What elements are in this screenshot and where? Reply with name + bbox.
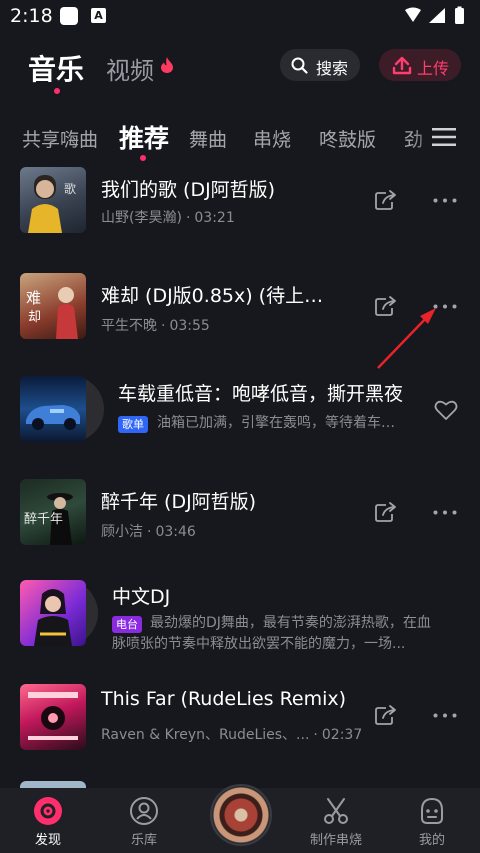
more-icon[interactable] [433,713,457,718]
now-playing-disc[interactable] [210,784,272,846]
nav-library[interactable]: 乐库 [96,788,192,853]
album-cover: 难 却 [20,273,86,339]
album-cover [20,684,86,750]
list-item[interactable]: This Far (RudeLies Remix) Raven & Kreyn、… [0,682,480,762]
fire-icon [161,57,173,73]
song-duration: 03:21 [194,210,235,226]
category-tab-4[interactable]: 咚鼓版 [319,125,376,152]
search-label: 搜索 [316,59,349,78]
song-list: 歌 我们的歌 (DJ阿哲版) 山野(李昊瀚) · 03:21 难 却 难却 (DJ版… [0,165,480,788]
heart-icon[interactable] [434,399,458,421]
nav-make-medley[interactable]: 制作串烧 [288,788,384,853]
song-meta: Raven & Kreyn、RudeLies、... · 02:37 [101,727,363,743]
nav-label: 发现 [34,833,61,848]
song-title: This Far (RudeLies Remix) [101,688,347,710]
upload-label: 上传 [417,59,450,78]
list-item[interactable]: 车载重低音：咆哮低音，撕开黑夜 歌单 油箱已加满，引擎在轰鸣，等待着车主启程 [0,370,480,450]
song-artist: 山野(李昊瀚) [101,210,182,226]
song-duration: 03:46 [155,524,196,540]
list-item[interactable]: 歌 我们的歌 (DJ阿哲版) 山野(李昊瀚) · 03:21 [0,165,480,235]
nav-label: 我的 [418,833,445,848]
category-tab-2[interactable]: 舞曲 [189,125,227,152]
active-tab-indicator [54,88,60,94]
more-icon[interactable] [433,510,457,515]
song-meta: 平生不晚 · 03:55 [101,318,210,334]
svg-text:醉千年: 醉千年 [24,511,63,527]
category-tabs: 共享嗨曲 推荐 舞曲 串烧 咚鼓版 劲 [0,115,480,165]
category-tab-3[interactable]: 串烧 [253,125,291,152]
song-title: 我们的歌 (DJ阿哲版) [101,179,276,201]
song-artist: 顾小洁 [101,524,143,540]
tab-video[interactable]: 视频 [106,51,154,86]
radio-desc-line-2: 脉喷张的节奏中释放出欲罢不能的魔力，一场... [112,636,406,652]
list-item[interactable]: 醉千年 醉千年 (DJ阿哲版) 顾小洁 · 03:46 [0,473,480,553]
svg-text:却: 却 [28,310,41,325]
radio-desc-line-1: 最劲爆的DJ舞曲，最有节奏的澎湃热歌，在血 [150,615,431,631]
search-button[interactable]: 搜索 [280,49,360,81]
nav-label: 制作串烧 [309,833,362,848]
song-artist: Raven & Kreyn、RudeLies、... [101,727,310,743]
svg-text:难: 难 [26,289,41,307]
song-duration: 02:37 [321,727,363,743]
notification-letter-icon: A [91,8,106,23]
status-time: 2:18 [10,5,53,27]
radio-badge: 电台 [112,616,142,633]
share-icon[interactable] [374,501,398,523]
category-tab-1[interactable]: 推荐 [119,119,169,155]
playlist-title: 车载重低音：咆哮低音，撕开黑夜 [118,383,404,405]
album-cover: 醉千年 [20,479,86,545]
category-menu-icon[interactable] [432,127,456,147]
song-title: 难却 (DJ版0.85x) (待上浓妆) [101,285,341,307]
playlist-cover [20,376,86,442]
playlist-desc: 油箱已加满，引擎在轰鸣，等待着车主启程 [157,415,407,431]
list-item[interactable]: 中文DJ 电台 最劲爆的DJ舞曲，最有节奏的澎湃热歌，在血 脉喷张的节奏中释放出… [0,576,480,666]
song-meta: 山野(李昊瀚) · 03:21 [101,210,235,226]
category-tab-0[interactable]: 共享嗨曲 [22,125,98,152]
song-meta: 顾小洁 · 03:46 [101,524,196,540]
top-tabs: 音乐 视频 搜索 上传 [0,40,480,100]
profile-icon [421,797,443,824]
song-duration: 03:55 [169,318,210,334]
annotation-arrow [377,308,436,369]
share-icon[interactable] [374,704,398,726]
share-icon[interactable] [374,189,398,211]
song-artist: 平生不晚 [101,318,157,334]
song-title: 醉千年 (DJ阿哲版) [101,491,257,513]
upload-icon [392,56,412,75]
svg-text:歌: 歌 [64,181,76,196]
radio-cover [20,580,86,646]
discover-icon [34,797,62,825]
tab-music[interactable]: 音乐 [28,48,84,88]
status-bar: 2:18 A [0,0,480,34]
library-icon [130,797,158,825]
nav-label: 乐库 [130,833,157,848]
search-icon [291,57,308,74]
radio-title: 中文DJ [112,586,171,608]
album-cover: 歌 [20,167,86,233]
bottom-nav: 发现 乐库 制作串烧 我的 [0,784,480,853]
notification-icon [60,7,78,25]
active-category-indicator [140,155,146,161]
nav-mine[interactable]: 我的 [384,788,480,853]
upload-button[interactable]: 上传 [379,49,461,81]
nav-discover[interactable]: 发现 [0,788,96,853]
status-icons [405,6,464,24]
more-icon[interactable] [433,198,457,203]
scissors-icon [324,798,348,824]
album-cover [20,781,86,788]
playlist-badge: 歌单 [118,416,148,433]
